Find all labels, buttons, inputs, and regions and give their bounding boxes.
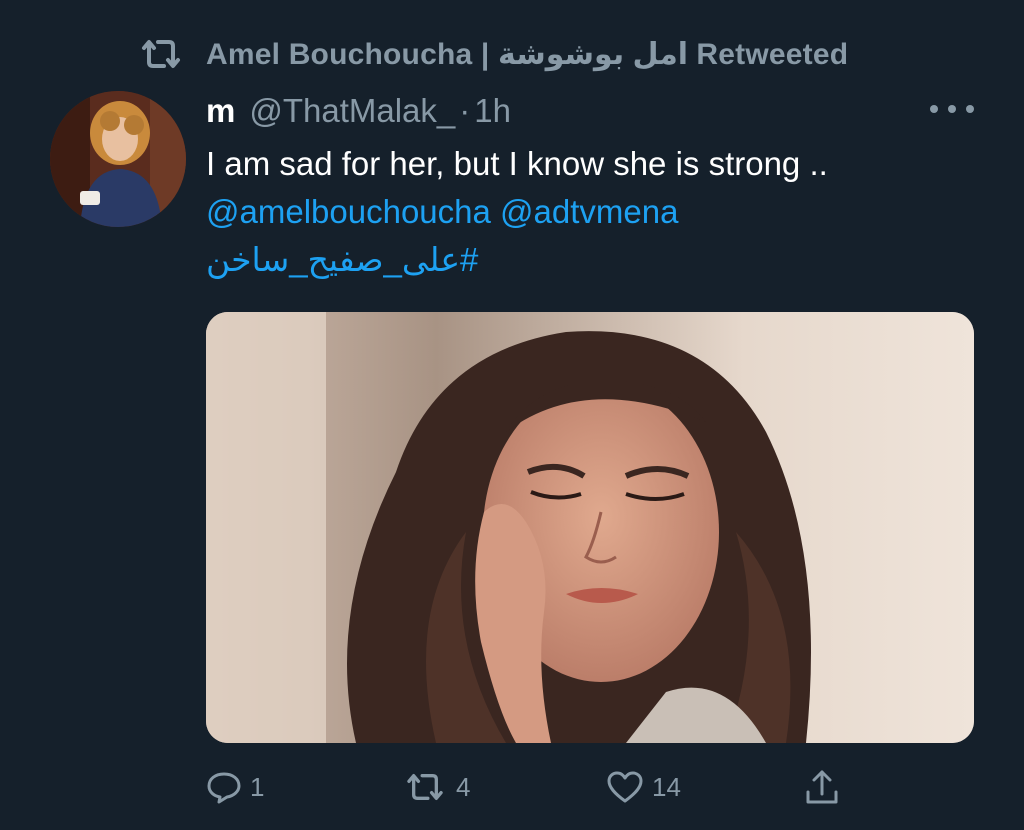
retweeted-by-text[interactable]: Amel Bouchoucha | امل بوشوشة Retweeted: [206, 37, 848, 72]
tweet-body: I am sad for her, but I know she is stro…: [206, 140, 986, 284]
avatar[interactable]: [50, 91, 186, 227]
more-dot: [930, 105, 938, 113]
retweet-count: 4: [456, 771, 471, 802]
reply-button[interactable]: 1: [206, 760, 264, 814]
share-button[interactable]: [804, 760, 840, 814]
more-options-icon[interactable]: [930, 94, 974, 124]
share-icon: [806, 770, 838, 804]
retweeted-by-banner[interactable]: Amel Bouchoucha | امل بوشوشة Retweeted: [138, 34, 848, 74]
like-count: 14: [652, 771, 681, 802]
media-photo: [206, 312, 974, 743]
reply-icon: [207, 772, 241, 804]
retweet-button[interactable]: 4: [402, 760, 470, 814]
tweet-actions: 1 4 14: [206, 760, 974, 814]
tweet-card[interactable]: Amel Bouchoucha | امل بوشوشة Retweeted m…: [0, 0, 1024, 830]
author-handle[interactable]: @ThatMalak_: [249, 92, 455, 130]
tweet-mentions[interactable]: @amelbouchoucha @adtvmena: [206, 188, 986, 236]
more-dot: [966, 105, 974, 113]
tweet-media-image[interactable]: [206, 312, 974, 743]
avatar-image: [50, 91, 186, 227]
heart-icon: [607, 771, 643, 803]
tweet-header: m @ThatMalak_ · 1h: [206, 88, 511, 134]
tweet-hashtag[interactable]: #على_صفيح_ساخن: [206, 236, 511, 284]
tweet-text: I am sad for her, but I know she is stro…: [206, 145, 828, 182]
retweet-icon: [407, 774, 443, 800]
like-button[interactable]: 14: [606, 760, 681, 814]
author-display-name[interactable]: m: [206, 92, 235, 130]
separator-dot: ·: [459, 92, 471, 129]
reply-count: 1: [250, 771, 265, 802]
more-dot: [948, 105, 956, 113]
timestamp[interactable]: 1h: [474, 92, 511, 130]
retweet-icon: [138, 34, 184, 74]
